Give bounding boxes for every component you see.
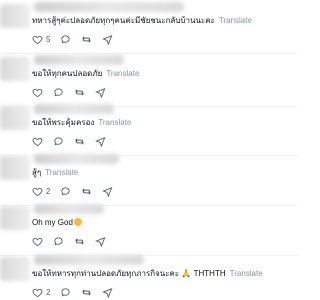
retweet-button[interactable]	[81, 34, 92, 45]
reply-item[interactable]: ทหารสู้ๆค่ะปลอดภัยทุกๆคนค่ะมีชัยชนะกลับบ…	[0, 2, 297, 54]
username-blurred	[34, 204, 104, 214]
reply-actions	[32, 234, 116, 248]
like-button[interactable]: 2	[32, 287, 50, 298]
share-button[interactable]	[102, 186, 113, 197]
heart-icon	[32, 87, 43, 98]
share-icon	[102, 186, 113, 197]
reply-actions	[32, 85, 116, 99]
reply-text: Oh my God	[32, 218, 82, 228]
like-button[interactable]: 5	[32, 34, 50, 45]
heart-icon	[32, 287, 43, 298]
retweet-icon	[81, 287, 92, 298]
comment-icon	[53, 236, 64, 247]
reply-item[interactable]: ขอให้พระคุ้มครอง Translate	[0, 104, 297, 156]
replies-feed: ทหารสู้ๆค่ะปลอดภัยทุกๆคนค่ะมีชัยชนะกลับบ…	[0, 0, 297, 300]
avatar[interactable]	[0, 257, 30, 281]
avatar[interactable]	[0, 4, 30, 28]
smile-emoji-icon	[73, 218, 82, 226]
like-button[interactable]	[32, 87, 43, 98]
reply-text: ขอให้ทหารทุกท่านปลอดภัยทุกภารกิจนะคะ 🙏 T…	[32, 269, 263, 278]
username-blurred	[34, 55, 124, 65]
share-button[interactable]	[95, 87, 106, 98]
avatar[interactable]	[0, 57, 30, 81]
translate-link[interactable]: Translate	[106, 69, 139, 78]
heart-icon	[32, 186, 43, 197]
username-blurred	[34, 154, 119, 164]
reply-button[interactable]	[60, 34, 71, 45]
reply-button[interactable]	[53, 87, 64, 98]
share-icon	[102, 287, 113, 298]
reply-item[interactable]: ขอให้ทุกคนปลอดภัย Translate	[0, 55, 297, 107]
share-button[interactable]	[102, 287, 113, 298]
retweet-icon	[81, 186, 92, 197]
reply-actions: 2	[32, 285, 123, 299]
comment-icon	[53, 136, 64, 147]
translate-link[interactable]: Translate	[230, 269, 263, 278]
avatar[interactable]	[0, 206, 30, 230]
reply-item[interactable]: ขอให้ทหารทุกท่านปลอดภัยทุกภารกิจนะคะ 🙏 T…	[0, 255, 297, 300]
heart-icon	[32, 136, 43, 147]
reply-text: ขอให้ทุกคนปลอดภัย Translate	[32, 69, 140, 78]
reply-text: ทหารสู้ๆค่ะปลอดภัยทุกๆคนค่ะมีชัยชนะกลับบ…	[32, 16, 252, 25]
retweet-button[interactable]	[81, 186, 92, 197]
reply-text: ขอให้พระคุ้มครอง Translate	[32, 118, 132, 127]
retweet-icon	[81, 34, 92, 45]
comment-icon	[53, 87, 64, 98]
comment-icon	[60, 287, 71, 298]
retweet-button[interactable]	[81, 287, 92, 298]
like-button[interactable]	[32, 136, 43, 147]
reply-actions: 2	[32, 184, 123, 198]
share-icon	[95, 236, 106, 247]
share-icon	[95, 136, 106, 147]
translate-link[interactable]: Translate	[98, 118, 131, 127]
username-blurred	[34, 2, 184, 12]
like-button[interactable]: 2	[32, 186, 50, 197]
comment-icon	[60, 34, 71, 45]
reply-item[interactable]: Oh my God	[0, 204, 297, 256]
retweet-button[interactable]	[74, 87, 85, 98]
reply-button[interactable]	[53, 136, 64, 147]
retweet-icon	[74, 87, 85, 98]
reply-button[interactable]	[53, 236, 64, 247]
retweet-icon	[74, 236, 85, 247]
avatar[interactable]	[0, 156, 30, 180]
reply-text: สู้ๆ Translate	[32, 168, 79, 177]
reply-item[interactable]: สู้ๆ Translate 2	[0, 154, 297, 206]
share-icon	[95, 87, 106, 98]
reply-actions	[32, 134, 116, 148]
retweet-button[interactable]	[74, 236, 85, 247]
share-button[interactable]	[95, 236, 106, 247]
comment-icon	[60, 186, 71, 197]
translate-link[interactable]: Translate	[219, 16, 252, 25]
reply-button[interactable]	[60, 186, 71, 197]
reply-button[interactable]	[60, 287, 71, 298]
translate-link[interactable]: Translate	[45, 168, 78, 177]
retweet-icon	[74, 136, 85, 147]
heart-icon	[32, 34, 43, 45]
username-blurred	[34, 104, 114, 114]
share-button[interactable]	[95, 136, 106, 147]
avatar[interactable]	[0, 106, 30, 130]
share-icon	[102, 34, 113, 45]
share-button[interactable]	[102, 34, 113, 45]
like-button[interactable]	[32, 236, 43, 247]
reply-actions: 5	[32, 32, 123, 46]
heart-icon	[32, 236, 43, 247]
username-blurred	[34, 255, 144, 265]
retweet-button[interactable]	[74, 136, 85, 147]
